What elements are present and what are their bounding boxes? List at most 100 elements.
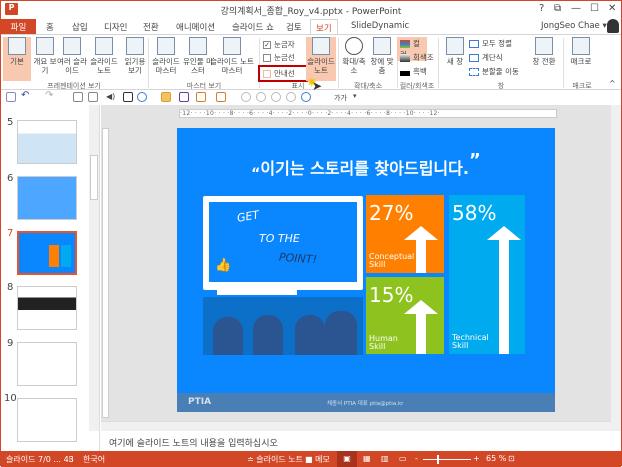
scroll-thumb[interactable] bbox=[90, 155, 98, 200]
open-folder-icon[interactable] bbox=[161, 92, 171, 102]
notes-input[interactable]: 여기에 슬라이드 노트의 내용을 입력하십시오 bbox=[101, 431, 611, 451]
language-indicator[interactable]: 한국어 bbox=[83, 454, 105, 465]
ruler-checkbox[interactable]: ✓ 눈금자 bbox=[263, 39, 295, 50]
fit-slide-icon[interactable]: ⊡ bbox=[508, 454, 515, 463]
subtract-icon[interactable] bbox=[301, 92, 311, 102]
align-icon[interactable] bbox=[196, 92, 206, 102]
slide-thumbnail-10[interactable] bbox=[17, 398, 77, 442]
black-white-button[interactable]: 흑백 bbox=[400, 66, 427, 77]
customize-qat-icon[interactable]: ▾ bbox=[353, 92, 357, 100]
slide-title-text: 이기는 스토리를 찾아드립니다. bbox=[260, 159, 469, 178]
tab-review[interactable]: 검토 bbox=[281, 19, 307, 34]
shapes-icon[interactable] bbox=[137, 92, 147, 102]
outline-view-button[interactable]: 개요 보기 bbox=[31, 37, 59, 81]
group-icon[interactable] bbox=[216, 92, 226, 102]
new-window-button[interactable]: 새 창 bbox=[441, 37, 469, 81]
slide-thumbnail-6[interactable] bbox=[17, 176, 77, 220]
save-as-icon[interactable] bbox=[179, 92, 189, 102]
slide-thumbnail-5[interactable] bbox=[17, 120, 77, 164]
font-size-button[interactable]: 가가 bbox=[334, 93, 347, 103]
thumbnail-scrollbar[interactable] bbox=[89, 105, 99, 431]
slide-thumbnail-9[interactable] bbox=[17, 342, 77, 386]
conceptual-skill-label: Conceptual Skill bbox=[369, 253, 414, 269]
zoom-in-button[interactable]: + bbox=[473, 454, 480, 463]
tab-animations[interactable]: 애니메이션 bbox=[171, 19, 220, 34]
move-split-button[interactable]: 분할줄 이동 bbox=[469, 66, 519, 77]
notes-page-button[interactable]: 슬라이드 노트 bbox=[89, 37, 119, 81]
checkbox-box bbox=[263, 54, 271, 62]
slide-thumbnail-panel: 5 6 7 8 9 10 bbox=[1, 105, 100, 451]
tab-file[interactable]: 파일 bbox=[1, 19, 36, 34]
tab-slidedynamic[interactable]: SlideDynamic bbox=[346, 19, 414, 34]
user-name[interactable]: JongSeo Chae ▾ bbox=[541, 21, 607, 31]
combine-icon[interactable] bbox=[271, 92, 281, 102]
slide-sorter-button[interactable]: 여러 슬라이드 bbox=[57, 37, 87, 81]
help-button[interactable]: ? bbox=[539, 3, 544, 14]
slide-number: 8 bbox=[7, 282, 14, 293]
fit-to-window-button[interactable]: 창에 맞춤 bbox=[368, 37, 396, 81]
slideshow-icon[interactable] bbox=[88, 92, 98, 102]
tab-view[interactable]: 보기 bbox=[310, 19, 338, 34]
slide-thumbnail-7[interactable] bbox=[17, 231, 77, 275]
intersect-icon[interactable] bbox=[256, 92, 266, 102]
zoom-slider[interactable] bbox=[423, 455, 471, 464]
merge-shapes-icon[interactable] bbox=[241, 92, 251, 102]
present-icon[interactable] bbox=[123, 92, 133, 102]
up-arrow-icon bbox=[487, 226, 521, 240]
editor-vertical-scrollbar[interactable] bbox=[611, 105, 621, 431]
gridlines-checkbox[interactable]: 눈금선 bbox=[263, 52, 295, 63]
redo-icon[interactable]: ↷ bbox=[45, 90, 53, 101]
zoom-level[interactable]: 65 % bbox=[486, 454, 506, 463]
save-icon[interactable] bbox=[6, 92, 16, 102]
tab-design[interactable]: 디자인 bbox=[99, 19, 132, 34]
notes-toggle-button[interactable]: ≐ 슬라이드 노트 bbox=[247, 454, 303, 465]
new-window-icon bbox=[446, 37, 464, 55]
arrange-all-button[interactable]: 모두 정렬 bbox=[469, 38, 512, 49]
color-icon bbox=[400, 40, 410, 48]
guides-checkbox[interactable]: 안내선 bbox=[258, 65, 308, 82]
close-button[interactable]: ✕ bbox=[608, 3, 616, 14]
label-line: Skill bbox=[369, 342, 386, 351]
open-quote: “ bbox=[251, 166, 261, 182]
ribbon-display-button[interactable]: ⧉ bbox=[554, 3, 561, 14]
fragment-icon[interactable] bbox=[286, 92, 296, 102]
slide-master-icon bbox=[157, 37, 175, 55]
grayscale-icon bbox=[400, 54, 410, 62]
reading-view-status-icon[interactable]: ▥ bbox=[381, 454, 389, 463]
undo-icon[interactable]: ↶ bbox=[21, 90, 29, 101]
notes-icon bbox=[312, 37, 330, 55]
macros-button[interactable]: 매크로 bbox=[566, 37, 596, 81]
zoom-slider-thumb[interactable] bbox=[436, 455, 439, 464]
technical-skill-label: Technical Skill bbox=[452, 334, 489, 350]
reading-view-button[interactable]: 읽기용 보기 bbox=[121, 37, 149, 81]
slide-sorter-status-icon[interactable]: ▦ bbox=[363, 454, 371, 463]
black-white-icon bbox=[400, 68, 410, 76]
cascade-button[interactable]: 계단식 bbox=[469, 52, 503, 63]
audio-icon[interactable]: ◀) bbox=[106, 92, 116, 102]
normal-view-status-icon[interactable]: ▣ bbox=[337, 451, 357, 467]
from-beginning-icon[interactable] bbox=[73, 92, 83, 102]
tab-home[interactable]: 홈 bbox=[41, 19, 59, 34]
tab-insert[interactable]: 삽입 bbox=[67, 19, 93, 34]
minimize-button[interactable]: — bbox=[571, 3, 581, 14]
zoom-button[interactable]: 확대/축소 bbox=[340, 37, 368, 81]
comments-button[interactable]: ■ 메모 bbox=[305, 454, 330, 465]
maximize-button[interactable]: ☐ bbox=[590, 3, 599, 14]
collapse-ribbon-icon[interactable]: ^ bbox=[609, 79, 616, 88]
grayscale-button[interactable]: 회색조 bbox=[400, 52, 434, 63]
tab-transitions[interactable]: 전환 bbox=[138, 19, 164, 34]
spell-check-icon[interactable]: ▯ bbox=[69, 454, 73, 463]
user-avatar[interactable] bbox=[607, 19, 619, 33]
normal-view-button[interactable]: 기본 bbox=[3, 37, 31, 81]
slide-thumbnail-8[interactable] bbox=[17, 286, 77, 330]
current-slide[interactable]: “이기는 스토리를 찾아드립니다.” GET TO THE POINT! 👍 2… bbox=[177, 128, 555, 412]
zoom-out-button[interactable]: - bbox=[415, 454, 418, 463]
vertical-ruler bbox=[102, 128, 109, 418]
tab-slideshow[interactable]: 슬라이드 쇼 bbox=[227, 19, 279, 34]
slide-master-button[interactable]: 슬라이드 마스터 bbox=[151, 37, 181, 81]
editor-horizontal-scrollbar[interactable] bbox=[101, 421, 611, 431]
switch-windows-button[interactable]: 창 전환 bbox=[527, 37, 561, 81]
slideshow-status-icon[interactable]: ▭ bbox=[399, 454, 407, 463]
arrow-shaft bbox=[499, 239, 509, 354]
notes-master-button[interactable]: 슬라이드 노트 마스터 bbox=[208, 37, 256, 81]
